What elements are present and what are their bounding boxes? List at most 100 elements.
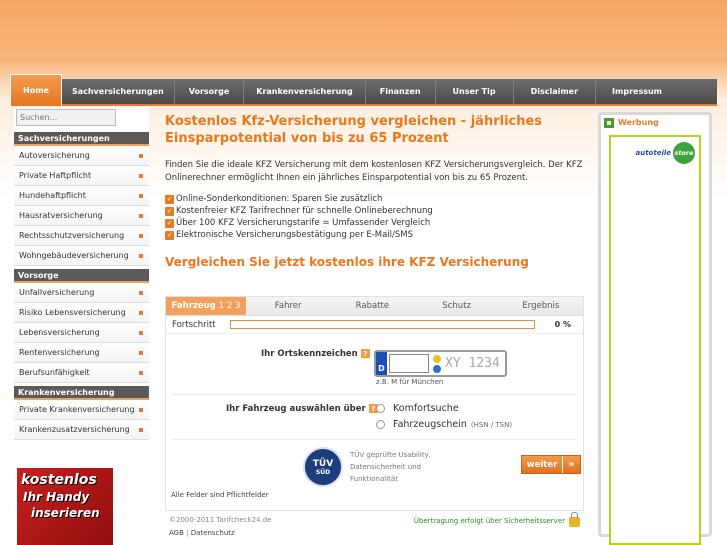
plate-seal-icon xyxy=(431,352,442,375)
lock-icon xyxy=(569,512,580,527)
sidebar-item-rentenversicherung[interactable]: Rentenversicherung xyxy=(14,343,149,363)
sidebar-item-autoversicherung[interactable]: Autoversicherung xyxy=(14,146,149,166)
step-tabs: Fahrzeug 1 2 3 Fahrer Rabatte Schutz Erge… xyxy=(166,297,583,316)
vehicle-label: Ihr Fahrzeug auswählen über? xyxy=(226,404,378,414)
nav-vorsorge[interactable]: Vorsorge xyxy=(175,79,245,104)
nav-sachversicherungen[interactable]: Sachversicherungen xyxy=(62,79,175,104)
sidebar-group-krankenversicherung: Krankenversicherung Private Krankenversi… xyxy=(14,386,149,440)
ad-header: Werbung xyxy=(601,115,709,130)
plate-hint: z.B. M für München xyxy=(376,378,444,386)
sidebar-item-private-haftpflicht[interactable]: Private Haftpflicht xyxy=(14,166,149,186)
bullet-icon xyxy=(139,253,143,258)
step-schutz[interactable]: Schutz xyxy=(415,297,499,315)
divider xyxy=(173,394,576,395)
nav-unser-tip[interactable]: Unser Tip xyxy=(436,79,514,104)
agb-link[interactable]: AGB xyxy=(169,529,184,537)
bullet-icon xyxy=(139,290,143,295)
bullet-icon xyxy=(139,407,143,412)
privacy-link[interactable]: Datenschutz xyxy=(191,529,235,537)
progress-percent: 0 % xyxy=(554,320,571,329)
help-icon[interactable]: ? xyxy=(360,349,370,358)
progress-row: Fortschritt 0 % xyxy=(166,316,583,334)
list-item: ✓ Online-Sonderkonditionen: Sparen Sie zu… xyxy=(165,194,383,204)
autoteile-store-logo[interactable]: autoteile store xyxy=(625,142,695,164)
footer-links: AGB | Datenschutz xyxy=(169,529,235,537)
bullet-icon xyxy=(139,310,143,315)
nav-home[interactable]: Home xyxy=(10,74,62,106)
sidebar-group-title: Krankenversicherung xyxy=(14,386,149,400)
bullet-icon xyxy=(139,153,143,158)
ad-icon xyxy=(604,117,614,128)
bullet-icon xyxy=(139,173,143,178)
sidebar-item-lebensversicherung[interactable]: Lebensversicherung xyxy=(14,323,149,343)
main-content: Kostenlos Kfz-Versicherung vergleichen -… xyxy=(162,107,585,545)
bullet-icon xyxy=(139,330,143,335)
sidebar-item-hausratversicherung[interactable]: Hausratversicherung xyxy=(14,206,149,226)
bullet-icon xyxy=(139,350,143,355)
sidebar-group-title: Sachversicherungen xyxy=(14,132,149,146)
progress-label: Fortschritt xyxy=(172,319,216,330)
list-item: ✓ Elektronische Versicherungsbestätigung … xyxy=(165,230,414,240)
step-fahrzeug[interactable]: Fahrzeug 1 2 3 xyxy=(166,297,246,315)
ort-field[interactable] xyxy=(389,354,429,373)
search-input[interactable] xyxy=(16,109,116,126)
radio-comfort[interactable]: Komfortsuche xyxy=(376,403,459,414)
nav-finanzen[interactable]: Finanzen xyxy=(366,79,436,104)
double-chevron-right-icon: » xyxy=(562,456,580,473)
list-item: ✓ Über 100 KFZ Versicherungstarife = Umfa… xyxy=(165,218,431,228)
ad-line: inserieren xyxy=(31,506,100,520)
ort-label: Ihr Ortskennzeichen? xyxy=(261,349,370,359)
feature-list: ✓ Online-Sonderkonditionen: Sparen Sie zu… xyxy=(165,193,585,241)
sidebar-group-sachversicherungen: Sachversicherungen Autoversicherung Priv… xyxy=(14,132,149,266)
footer-left: ©2000-2011 Tarifcheck24.de AGB | Datensc… xyxy=(169,514,271,540)
bullet-icon xyxy=(139,213,143,218)
sidebar-item-unfallversicherung[interactable]: Unfallversicherung xyxy=(14,283,149,303)
plate-number-field[interactable]: XY 1234 xyxy=(442,352,505,375)
sidebar-item-krankenzusatzversicherung[interactable]: Krankenzusatzversicherung xyxy=(14,420,149,440)
radio-registration[interactable]: Fahrzeugschein (HSN / TSN) xyxy=(376,419,512,430)
bullet-icon xyxy=(139,233,143,238)
top-nav: Home Sachversicherungen Vorsorge Kranken… xyxy=(10,74,717,106)
nav-impressum[interactable]: Impressum xyxy=(596,79,678,104)
sidebar-ad-banner[interactable]: kostenlos Ihr Handy inserieren xyxy=(17,468,113,545)
eu-flag-icon: D xyxy=(376,352,387,375)
license-plate-input[interactable]: D XY 1234 xyxy=(374,350,507,377)
ad-line: kostenlos xyxy=(21,472,97,488)
checkmark-icon: ✓ xyxy=(165,206,174,216)
nav-krankenversicherung[interactable]: Krankenversicherung xyxy=(244,79,366,104)
secure-transfer-note: Übertragung erfolgt über Sicherheitsserv… xyxy=(414,512,580,527)
comparison-form: Fahrzeug 1 2 3 Fahrer Rabatte Schutz Erge… xyxy=(165,296,584,511)
tuv-text: TÜV geprüfte Usability, Datensicherheit … xyxy=(350,451,431,483)
checkmark-icon: ✓ xyxy=(165,230,174,240)
compare-title: Vergleichen Sie jetzt kostenlos ihre KFZ… xyxy=(165,255,529,269)
right-ad-column: Werbung autoteile store xyxy=(598,112,712,545)
sidebar-item-berufsunfaehigkeit[interactable]: Berufsunfähigkeit xyxy=(14,363,149,383)
sidebar-group-vorsorge: Vorsorge Unfallversicherung Risiko Leben… xyxy=(14,269,149,383)
ad-line: Ihr Handy xyxy=(23,490,90,504)
required-note: Alle Felder sind Pflichtfelder xyxy=(171,491,269,499)
divider xyxy=(173,439,576,440)
sidebar-item-risiko-lebensversicherung[interactable]: Risiko Lebensversicherung xyxy=(14,303,149,323)
nav-disclaimer[interactable]: Disclaimer xyxy=(514,79,597,104)
progress-bar xyxy=(229,320,535,329)
page-title: Kostenlos Kfz-Versicherung vergleichen -… xyxy=(165,114,543,146)
list-item: ✓ Kostenfreier KFZ Tarifrechner für schne… xyxy=(165,206,433,216)
sidebar-item-private-krankenversicherung[interactable]: Private Krankenversicherung xyxy=(14,400,149,420)
intro-text: Finden Sie die ideale KFZ Versicherung m… xyxy=(165,160,583,183)
radio-button[interactable] xyxy=(376,420,385,429)
checkmark-icon: ✓ xyxy=(165,194,174,204)
step-ergebnis[interactable]: Ergebnis xyxy=(499,297,583,315)
ad-box[interactable]: autoteile store xyxy=(609,135,701,545)
sidebar-item-rechtsschutzversicherung[interactable]: Rechtsschutzversicherung xyxy=(14,226,149,246)
copyright: ©2000-2011 Tarifcheck24.de xyxy=(169,516,272,524)
sidebar-item-hundehaftpflicht[interactable]: Hundehaftpflicht xyxy=(14,186,149,206)
sidebar-item-wohngebaeudeversicherung[interactable]: Wohngebäudeversicherung xyxy=(14,246,149,266)
step-rabatte[interactable]: Rabatte xyxy=(330,297,414,315)
step-fahrer[interactable]: Fahrer xyxy=(246,297,330,315)
bullet-icon xyxy=(139,193,143,198)
tuv-seal-icon: TÜV SÜD xyxy=(303,447,343,487)
bullet-icon xyxy=(139,370,143,375)
next-button[interactable]: weiter» xyxy=(521,455,581,474)
radio-button[interactable] xyxy=(376,404,385,413)
sidebar-group-title: Vorsorge xyxy=(14,269,149,283)
